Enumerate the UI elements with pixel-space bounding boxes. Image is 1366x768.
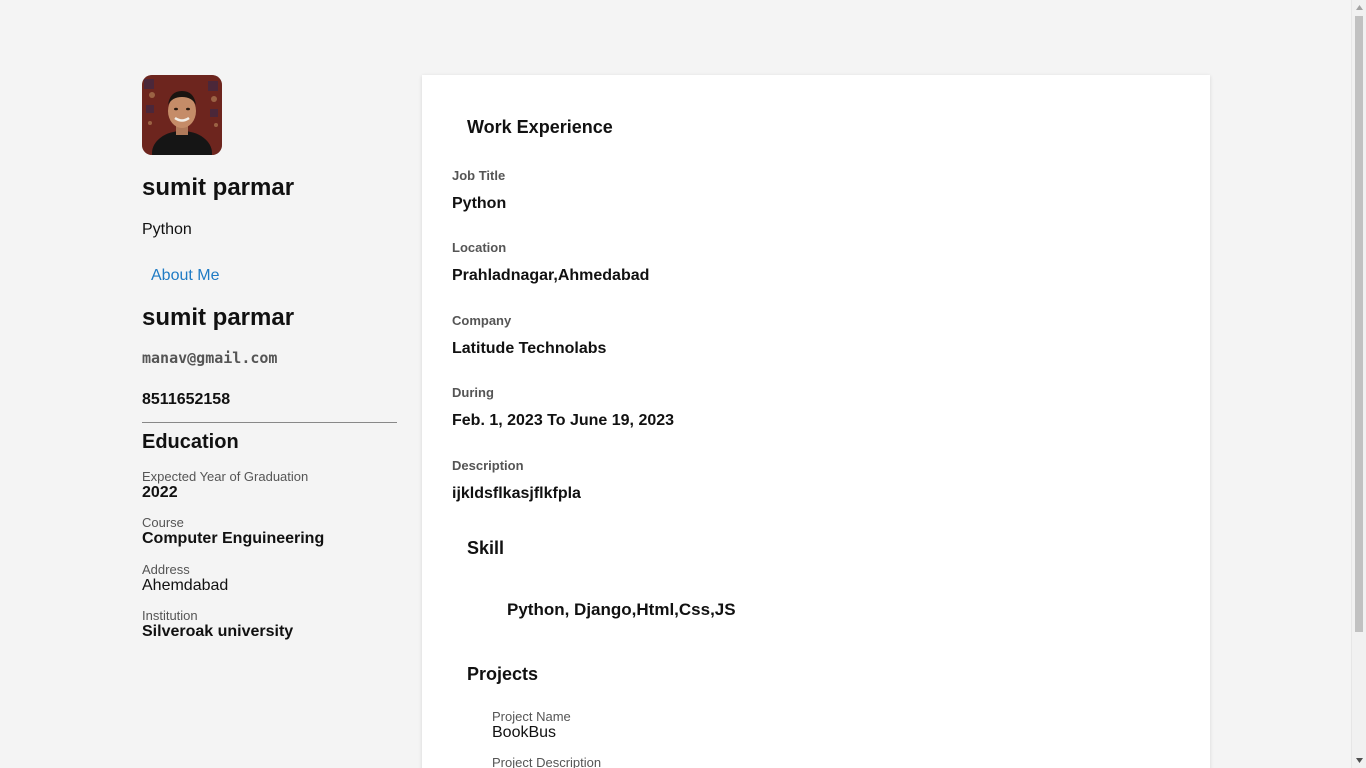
during-label: During: [452, 385, 494, 400]
projects-heading: Projects: [467, 664, 539, 684]
education-label: Address: [142, 562, 190, 577]
education-item-course: Course Computer Enguineering: [142, 515, 324, 548]
education-item-graduation-year: Expected Year of Graduation 2022: [142, 469, 308, 502]
project-description-label: Project Description: [492, 755, 602, 768]
company-value: Latitude Technolabs: [452, 340, 607, 357]
education-label: Institution: [142, 608, 198, 623]
education-item-address: Address Ahemdabad: [142, 562, 228, 595]
phone-number: 8511652158: [142, 391, 231, 408]
profile-sidebar: sumit parmar Python About Me sumit parma…: [142, 75, 397, 640]
education-heading: Education: [142, 431, 239, 453]
skills-list: Python, Django,Html,Css,JS: [507, 600, 736, 619]
company-label: Company: [452, 313, 512, 328]
education-value: Silveroak university: [142, 623, 294, 640]
skill-heading: Skill: [467, 538, 505, 558]
during-value: Feb. 1, 2023 To June 19, 2023: [452, 412, 675, 429]
avatar: [142, 75, 222, 155]
job-title-value: Python: [452, 195, 507, 212]
vertical-scrollbar[interactable]: [1351, 0, 1366, 768]
scroll-up-arrow-icon[interactable]: [1352, 0, 1366, 15]
location-value: Prahladnagar,Ahmedabad: [452, 267, 650, 284]
education-value: Computer Enguineering: [142, 530, 325, 547]
project-name-value: BookBus: [492, 724, 557, 741]
resume-page: sumit parmar Python About Me sumit parma…: [0, 0, 1366, 768]
work-experience-heading: Work Experience: [467, 117, 613, 137]
about-me-link[interactable]: About Me: [151, 267, 219, 285]
project-name-label: Project Name: [492, 709, 571, 724]
education-value: Ahemdabad: [142, 577, 229, 594]
scroll-down-arrow-icon[interactable]: [1352, 753, 1366, 768]
about-name: sumit parmar: [142, 304, 295, 331]
scrollbar-thumb[interactable]: [1355, 16, 1363, 632]
location-label: Location: [452, 240, 507, 255]
email-address: manav@gmail.com: [142, 349, 278, 367]
education-label: Expected Year of Graduation: [142, 469, 309, 484]
divider: [142, 422, 397, 423]
education-label: Course: [142, 515, 184, 530]
job-title-label: Job Title: [452, 168, 506, 183]
profile-name: sumit parmar: [142, 174, 295, 201]
education-value: 2022: [142, 484, 178, 501]
details-card: Work Experience Job Title Python Locatio…: [422, 75, 1210, 768]
description-value: ijkldsflkasjflkfpla: [452, 485, 581, 502]
profile-title: Python: [142, 221, 192, 238]
description-label: Description: [452, 458, 524, 473]
education-item-institution: Institution Silveroak university: [142, 608, 293, 641]
